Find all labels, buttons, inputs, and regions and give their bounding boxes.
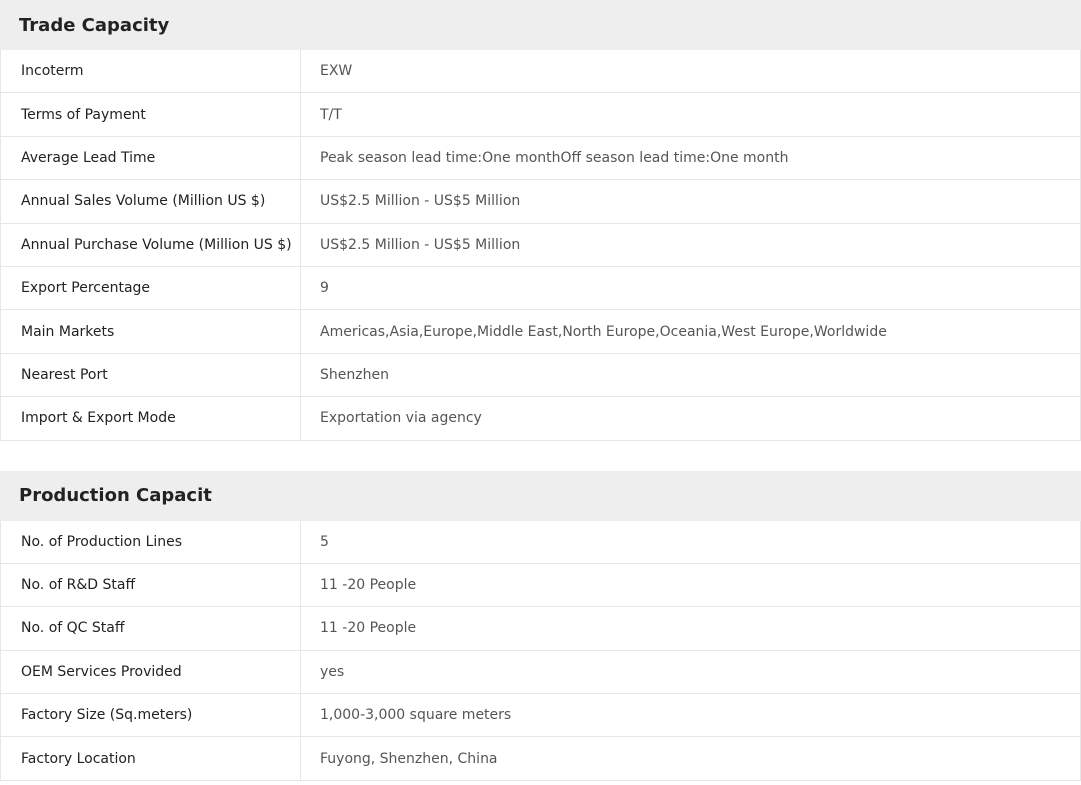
row-label: Annual Sales Volume (Million US $) (1, 180, 301, 223)
row-label: Export Percentage (1, 266, 301, 310)
row-label: Import & Export Mode (1, 397, 301, 440)
row-value: US$2.5 Million - US$5 Million (320, 236, 521, 253)
table-row: Factory Size (Sq.meters) 1,000-3,000 squ… (1, 694, 1080, 738)
row-value: yes (320, 663, 345, 680)
row-value: Fuyong, Shenzhen, China (320, 750, 498, 767)
row-label: Average Lead Time (1, 136, 301, 180)
table-row: Import & Export Mode Exportation via age… (1, 397, 1080, 441)
trade-capacity-table: Incoterm EXW Terms of Payment T/T Averag… (0, 50, 1081, 441)
row-value: US$2.5 Million - US$5 Million (320, 193, 521, 210)
table-row: No. of R&D Staff 11 -20 People (1, 563, 1080, 608)
row-value: T/T (320, 106, 342, 123)
section-header: Production Capacit (0, 470, 1081, 521)
section-title: Trade Capacity (19, 14, 170, 36)
table-row: OEM Services Provided yes (1, 650, 1080, 695)
table-row: Terms of Payment T/T (1, 93, 1080, 137)
table-row: No. of Production Lines 5 (1, 520, 1080, 564)
table-row: Average Lead Time Peak season lead time:… (1, 136, 1080, 181)
table-row: Incoterm EXW (1, 50, 1080, 94)
row-value: 11 -20 People (320, 620, 417, 637)
row-label: Annual Purchase Volume (Million US $) (1, 223, 301, 266)
row-label: No. of QC Staff (1, 607, 301, 650)
row-label: Incoterm (1, 50, 301, 93)
row-value: Americas,Asia,Europe,Middle East,North E… (320, 323, 887, 340)
row-label: Main Markets (1, 310, 301, 353)
table-row: Annual Sales Volume (Million US $) US$2.… (1, 180, 1080, 224)
row-label: OEM Services Provided (1, 650, 301, 694)
section-header: Trade Capacity (0, 0, 1081, 50)
row-value: Shenzhen (320, 366, 389, 383)
row-label: No. of R&D Staff (1, 563, 301, 607)
production-capacity-section: Production Capacit No. of Production Lin… (0, 470, 1081, 781)
table-row: Annual Purchase Volume (Million US $) US… (1, 223, 1080, 267)
table-row: Main Markets Americas,Asia,Europe,Middle… (1, 310, 1080, 354)
row-label: Nearest Port (1, 353, 301, 397)
row-value: Exportation via agency (320, 410, 482, 427)
section-title: Production Capacit (19, 485, 212, 507)
row-value: 11 -20 People (320, 577, 417, 594)
row-value: Peak season lead time:One monthOff seaso… (320, 149, 789, 166)
table-row: Export Percentage 9 (1, 266, 1080, 311)
row-label: Factory Location (1, 737, 301, 780)
row-label: No. of Production Lines (1, 520, 301, 563)
table-row: Nearest Port Shenzhen (1, 353, 1080, 398)
row-value: 5 (320, 533, 329, 550)
row-label: Factory Size (Sq.meters) (1, 694, 301, 737)
row-label: Terms of Payment (1, 93, 301, 136)
production-capacity-table: No. of Production Lines 5 No. of R&D Sta… (0, 520, 1081, 781)
row-value: 9 (320, 280, 329, 297)
table-row: Factory Location Fuyong, Shenzhen, China (1, 737, 1080, 781)
row-value: 1,000-3,000 square meters (320, 707, 512, 724)
trade-capacity-section: Trade Capacity Incoterm EXW Terms of Pay… (0, 0, 1081, 441)
row-value: EXW (320, 63, 353, 80)
table-row: No. of QC Staff 11 -20 People (1, 607, 1080, 651)
